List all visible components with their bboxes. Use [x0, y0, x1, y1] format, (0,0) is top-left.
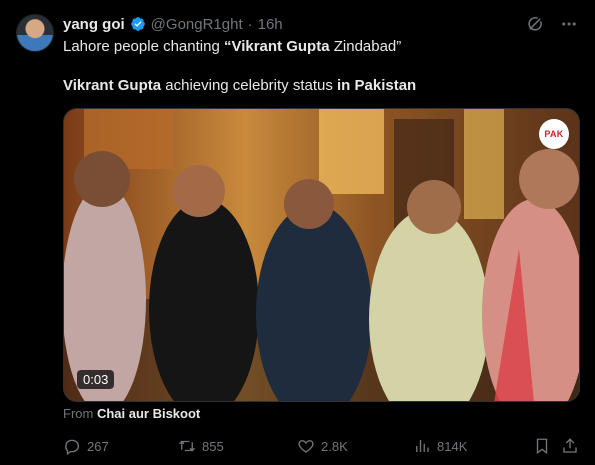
views-icon — [416, 440, 429, 452]
video-frame — [64, 109, 579, 401]
separator-dot: · — [247, 15, 253, 33]
reply-icon — [65, 439, 80, 455]
reply-button[interactable]: 267 — [63, 436, 109, 456]
tweet-text-line-1: Lahore people chanting “Vikrant Gupta Zi… — [63, 37, 401, 57]
tweet-top-actions — [525, 14, 579, 34]
repost-icon — [179, 440, 195, 452]
tweet-text-bold: “Vikrant Gupta — [223, 38, 330, 55]
verified-icon — [130, 17, 145, 31]
tweet-text-segment: Zindabad” — [329, 38, 402, 55]
like-count: 2.8K — [321, 438, 348, 454]
like-button[interactable]: 2.8K — [297, 436, 348, 456]
more-icon[interactable] — [559, 14, 579, 34]
author-name[interactable]: yang goi — [63, 16, 125, 33]
repost-button[interactable]: 855 — [178, 436, 224, 456]
tweet-text-segment: achieving celebrity status — [161, 77, 338, 94]
bookmark-icon — [536, 438, 548, 455]
tweet-text-line-2: Vikrant Gupta achieving celebrity status… — [63, 76, 416, 96]
share-icon — [563, 438, 577, 453]
like-icon — [298, 440, 314, 453]
tweet[interactable]: yang goi @GongR1ght · 16h Lahore people … — [0, 0, 595, 465]
tweet-text-segment: Lahore people chanting — [63, 38, 224, 55]
avatar[interactable] — [16, 14, 54, 52]
tweet-header: yang goi @GongR1ght · 16h — [63, 15, 283, 33]
media-source: From Chai aur Biskoot — [63, 406, 200, 421]
repost-count: 855 — [202, 438, 224, 454]
bookmark-button[interactable] — [533, 436, 551, 456]
reply-count: 267 — [87, 438, 109, 454]
author-handle[interactable]: @GongR1ght — [151, 16, 243, 33]
timestamp[interactable]: 16h — [258, 16, 283, 33]
media-source-link[interactable]: Chai aur Biskoot — [97, 406, 200, 421]
tweet-actions: 267 855 2.8K 814K — [63, 436, 580, 456]
views-count: 814K — [437, 438, 468, 454]
views-button[interactable]: 814K — [413, 436, 467, 456]
video-player[interactable]: PAK 0:03 — [63, 108, 580, 402]
channel-badge: PAK — [539, 119, 569, 149]
grok-icon[interactable] — [525, 14, 545, 34]
video-duration: 0:03 — [77, 370, 115, 389]
tweet-text-bold: in Pakistan — [337, 77, 417, 94]
media-source-prefix: From — [63, 406, 97, 421]
tweet-text-bold: Vikrant Gupta — [63, 77, 162, 94]
share-button[interactable] — [561, 436, 579, 456]
